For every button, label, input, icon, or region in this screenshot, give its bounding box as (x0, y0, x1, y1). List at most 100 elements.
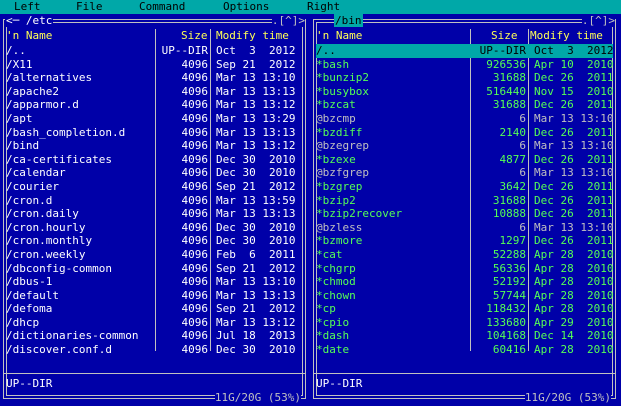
file-row[interactable]: /cron.hourly 4096 Dec 30 2010 (6, 221, 303, 235)
file-row[interactable]: /.. UP--DIR Oct 3 2012 (6, 44, 303, 58)
file-size: 118432 (486, 302, 526, 316)
left-panel-path[interactable]: <─ /etc (5, 14, 54, 27)
file-row[interactable]: /defoma 4096 Sep 21 2012 (6, 302, 303, 316)
right-disk-free: 11G/20G (53%) (524, 391, 611, 404)
file-row[interactable]: *dash 104168 Dec 14 2010 (316, 329, 613, 343)
file-name: *bzexe (316, 152, 356, 166)
file-size: 4096 (181, 220, 209, 234)
left-panel-controls[interactable]: .[^]> (271, 14, 305, 27)
file-row[interactable]: *chgrp 56336 Apr 28 2010 (316, 262, 613, 276)
file-size: 926536 (486, 57, 526, 71)
file-modify-time: Mar 13 13:10 (534, 139, 614, 153)
file-row[interactable]: *cat 52288 Apr 28 2010 (316, 248, 613, 262)
file-modify-time: Apr 28 2010 (534, 302, 614, 316)
file-name: /apparmor.d (6, 98, 79, 112)
file-name: /.. (316, 44, 336, 57)
file-row[interactable]: /dhcp 4096 Mar 13 13:12 (6, 316, 303, 330)
file-name: *bzip2 (316, 193, 356, 207)
file-row[interactable]: *bzip2 31688 Dec 26 2011 (316, 194, 613, 208)
file-row[interactable]: /cron.daily 4096 Mar 13 13:13 (6, 207, 303, 221)
file-row[interactable]: /default 4096 Mar 13 13:13 (6, 289, 303, 303)
file-size: 4096 (181, 288, 209, 302)
file-row[interactable]: /dbus-1 4096 Mar 13 13:10 (6, 275, 303, 289)
left-col-size[interactable]: Size (181, 29, 208, 43)
file-row[interactable]: /dbconfig-common 4096 Sep 21 2012 (6, 262, 303, 276)
file-row[interactable]: *bzdiff 2140 Dec 26 2011 (316, 126, 613, 140)
file-modify-time: Apr 28 2010 (534, 247, 614, 261)
file-row[interactable]: *bzmore 1297 Dec 26 2011 (316, 234, 613, 248)
file-row[interactable]: /cron.monthly 4096 Dec 30 2010 (6, 234, 303, 248)
right-col-time[interactable]: Modify time (530, 29, 603, 43)
file-size: 4096 (181, 315, 209, 329)
right-col-size[interactable]: Size (491, 29, 518, 43)
file-row[interactable]: *bunzip2 31688 Dec 26 2011 (316, 71, 613, 85)
menu-right[interactable]: Right (307, 1, 340, 13)
file-name: /discover.conf.d (6, 343, 112, 357)
right-status-separator (313, 373, 616, 374)
file-row[interactable]: /bash_completion.d 4096 Mar 13 13:13 (6, 126, 303, 140)
file-row[interactable]: *chown 57744 Apr 28 2010 (316, 289, 613, 303)
file-row[interactable]: *date 60416 Apr 28 2010 (316, 343, 613, 357)
file-row[interactable]: *chmod 52192 Apr 28 2010 (316, 275, 613, 289)
file-row[interactable]: *cp 118432 Apr 28 2010 (316, 302, 613, 316)
file-size: 4096 (181, 302, 209, 316)
file-row[interactable]: /apache2 4096 Mar 13 13:13 (6, 85, 303, 99)
menu-left[interactable]: Left (14, 1, 41, 13)
file-name: /apache2 (6, 84, 59, 98)
menu-file[interactable]: File (76, 1, 103, 13)
file-name: /alternatives (6, 71, 93, 85)
file-row[interactable]: /cron.d 4096 Mar 13 13:59 (6, 194, 303, 208)
right-panel-path[interactable]: /bin (334, 14, 363, 27)
file-row[interactable]: /alternatives 4096 Mar 13 13:10 (6, 71, 303, 85)
file-modify-time: Apr 28 2010 (534, 343, 614, 357)
file-row[interactable]: /discover.conf.d 4096 Dec 30 2010 (6, 343, 303, 357)
file-row[interactable]: /bind 4096 Mar 13 13:12 (6, 139, 303, 153)
file-size: 133680 (486, 315, 526, 329)
right-panel[interactable]: /bin .[^]> 'n Name Size Modify time /.. U… (310, 14, 619, 406)
file-row[interactable]: /cron.weekly 4096 Feb 6 2011 (6, 248, 303, 262)
file-name: @bzless (316, 220, 363, 234)
file-size: 57744 (492, 288, 526, 302)
file-name: *bzcat (316, 98, 356, 112)
file-size: 104168 (486, 329, 526, 343)
file-name: /bind (6, 139, 40, 153)
left-col-name[interactable]: 'n Name (6, 29, 52, 43)
file-modify-time: Dec 30 2010 (216, 220, 296, 234)
menu-command[interactable]: Command (139, 1, 185, 13)
right-col-name[interactable]: 'n Name (316, 29, 362, 43)
file-modify-time: Mar 13 13:13 (216, 288, 296, 302)
file-row[interactable]: /courier 4096 Sep 21 2012 (6, 180, 303, 194)
menu-options[interactable]: Options (223, 1, 269, 13)
file-row[interactable]: *bzcat 31688 Dec 26 2011 (316, 98, 613, 112)
file-row[interactable]: *bash 926536 Apr 10 2010 (316, 58, 613, 72)
file-row[interactable]: *bzgrep 3642 Dec 26 2011 (316, 180, 613, 194)
file-row[interactable]: /dictionaries-common 4096 Jul 18 2013 (6, 329, 303, 343)
file-row[interactable]: @bzegrep 6 Mar 13 13:10 (316, 139, 613, 153)
file-row[interactable]: /.. UP--DIR Oct 3 2012 (316, 44, 613, 58)
file-name: *date (316, 343, 350, 357)
right-panel-controls[interactable]: .[^]> (581, 14, 615, 27)
file-row[interactable]: /X11 4096 Sep 21 2012 (6, 58, 303, 72)
file-size: 52288 (492, 247, 526, 261)
file-name: *chgrp (316, 261, 356, 275)
file-size: 56336 (492, 261, 526, 275)
file-row[interactable]: *bzip2recover 10888 Dec 26 2011 (316, 207, 613, 221)
file-row[interactable]: *busybox 516440 Nov 15 2010 (316, 85, 613, 99)
file-name: /.. (6, 44, 26, 57)
file-row[interactable]: /calendar 4096 Dec 30 2010 (6, 166, 303, 180)
left-col-time[interactable]: Modify time (216, 29, 289, 43)
file-row[interactable]: @bzless 6 Mar 13 13:10 (316, 221, 613, 235)
file-row[interactable]: /ca-certificates 4096 Dec 30 2010 (6, 153, 303, 167)
file-size: 31688 (492, 71, 526, 85)
file-row[interactable]: @bzcmp 6 Mar 13 13:10 (316, 112, 613, 126)
file-row[interactable]: /apt 4096 Mar 13 13:29 (6, 112, 303, 126)
file-row[interactable]: @bzfgrep 6 Mar 13 13:10 (316, 166, 613, 180)
file-row[interactable]: /apparmor.d 4096 Mar 13 13:12 (6, 98, 303, 112)
file-row[interactable]: *cpio 133680 Apr 29 2010 (316, 316, 613, 330)
file-size: 4096 (181, 329, 209, 343)
left-panel[interactable]: <─ /etc .[^]> 'n Name Size Modify time /… (0, 14, 309, 406)
file-size: 6 (519, 166, 526, 180)
file-name: /dhcp (6, 315, 40, 329)
file-row[interactable]: *bzexe 4877 Dec 26 2011 (316, 153, 613, 167)
file-size: 4096 (181, 71, 209, 85)
